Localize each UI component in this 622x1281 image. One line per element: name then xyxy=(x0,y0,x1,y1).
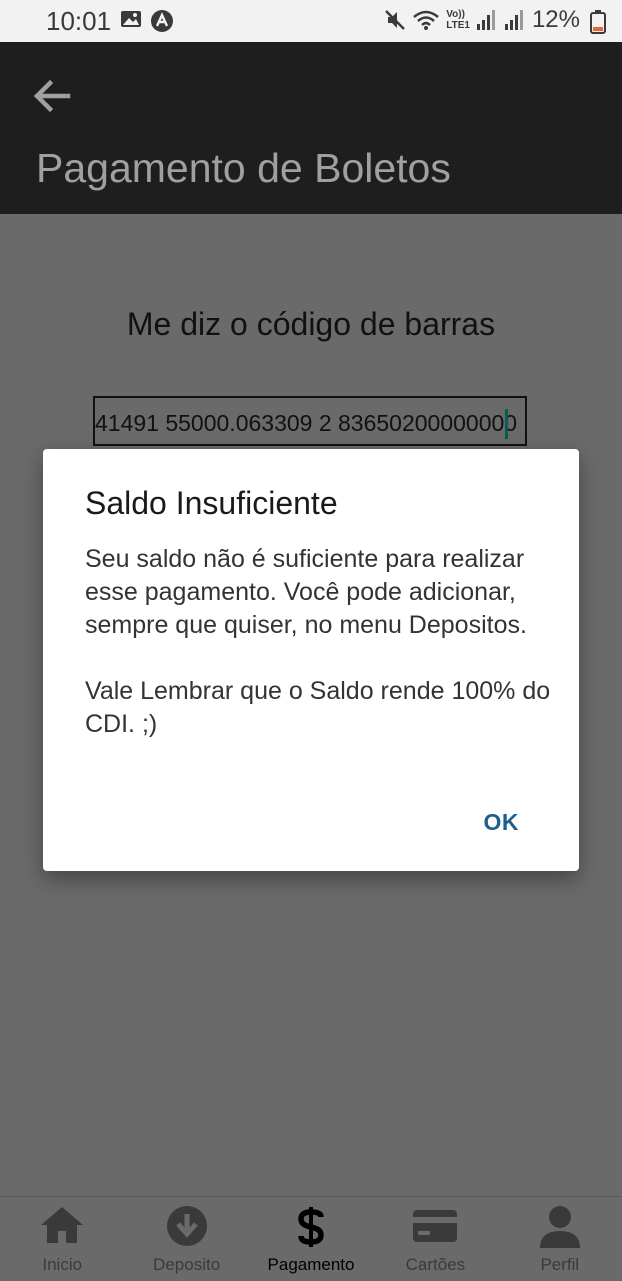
ok-button[interactable]: OK xyxy=(484,809,520,836)
signal-icon-2 xyxy=(504,10,523,30)
app-bar: Pagamento de Boletos xyxy=(0,42,622,214)
dialog-message-paragraph-1: Seu saldo não é suficiente para realizar… xyxy=(85,545,527,639)
barcode-value: 41491 55000.063309 2 83650200000000 xyxy=(95,410,518,436)
dialog-title: Saldo Insuficiente xyxy=(85,485,338,521)
nav-item-inicio[interactable]: Inicio xyxy=(0,1197,124,1281)
home-icon xyxy=(41,1207,84,1243)
gallery-icon xyxy=(121,11,141,27)
nav-item-deposito[interactable]: Deposito xyxy=(124,1197,248,1281)
nav-item-cartoes[interactable]: Cartões xyxy=(373,1197,497,1281)
nav-label-inicio: Inicio xyxy=(42,1255,83,1274)
barcode-prompt: Me diz o código de barras xyxy=(126,306,496,342)
page-title: Pagamento de Boletos xyxy=(36,145,451,191)
dollar-icon xyxy=(298,1207,324,1247)
nav-label-pagamento: Pagamento xyxy=(267,1255,355,1274)
bottom-nav: Inicio Deposito Pagamento Cartões Perfil xyxy=(0,1196,622,1281)
credit-card-icon xyxy=(413,1210,458,1242)
status-bar: 10:01 Vo)) LTE1 12% xyxy=(0,0,622,42)
wifi-icon xyxy=(413,10,440,30)
nav-label-cartoes: Cartões xyxy=(405,1255,466,1274)
battery-icon xyxy=(590,10,606,34)
nav-item-pagamento[interactable]: Pagamento xyxy=(249,1197,373,1281)
dialog-message: Seu saldo não é suficiente para realizar… xyxy=(85,543,555,741)
nav-label-perfil: Perfil xyxy=(540,1255,580,1274)
dialog-message-paragraph-2: Vale Lembrar que o Saldo rende 100% do C… xyxy=(85,677,551,738)
battery-percent: 12% xyxy=(531,6,580,33)
insufficient-balance-dialog: Saldo Insuficiente Seu saldo não é sufic… xyxy=(43,449,579,871)
mute-icon xyxy=(385,10,406,30)
download-circle-icon xyxy=(166,1206,207,1246)
text-caret xyxy=(505,409,508,439)
person-icon xyxy=(539,1206,580,1248)
arrow-left-icon xyxy=(33,79,71,113)
barcode-input[interactable]: 41491 55000.063309 2 83650200000000 xyxy=(93,396,527,446)
nav-label-deposito: Deposito xyxy=(153,1255,221,1274)
app-notification-icon xyxy=(151,10,173,32)
volte-label: Vo)) LTE1 xyxy=(446,9,470,31)
back-button[interactable] xyxy=(30,74,74,118)
nav-item-perfil[interactable]: Perfil xyxy=(498,1197,622,1281)
signal-icon xyxy=(476,10,495,30)
status-time: 10:01 xyxy=(46,6,112,36)
